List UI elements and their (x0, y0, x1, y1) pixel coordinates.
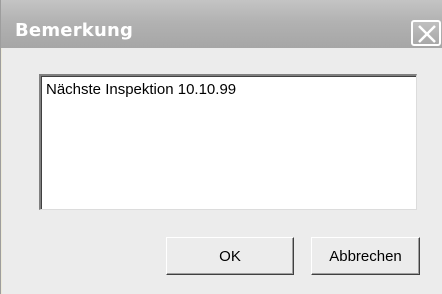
title-bar[interactable]: Bemerkung (1, 0, 442, 48)
remark-textarea[interactable]: Nächste Inspektion 10.10.99 (39, 74, 417, 210)
dialog-window: Bemerkung Nächste Inspektion 10.10.99 OK… (0, 0, 442, 294)
close-button[interactable] (411, 20, 441, 46)
dialog-title: Bemerkung (15, 20, 134, 41)
remark-text: Nächste Inspektion 10.10.99 (46, 81, 237, 98)
cancel-button[interactable]: Abbrechen (311, 237, 420, 275)
ok-button[interactable]: OK (166, 237, 294, 275)
